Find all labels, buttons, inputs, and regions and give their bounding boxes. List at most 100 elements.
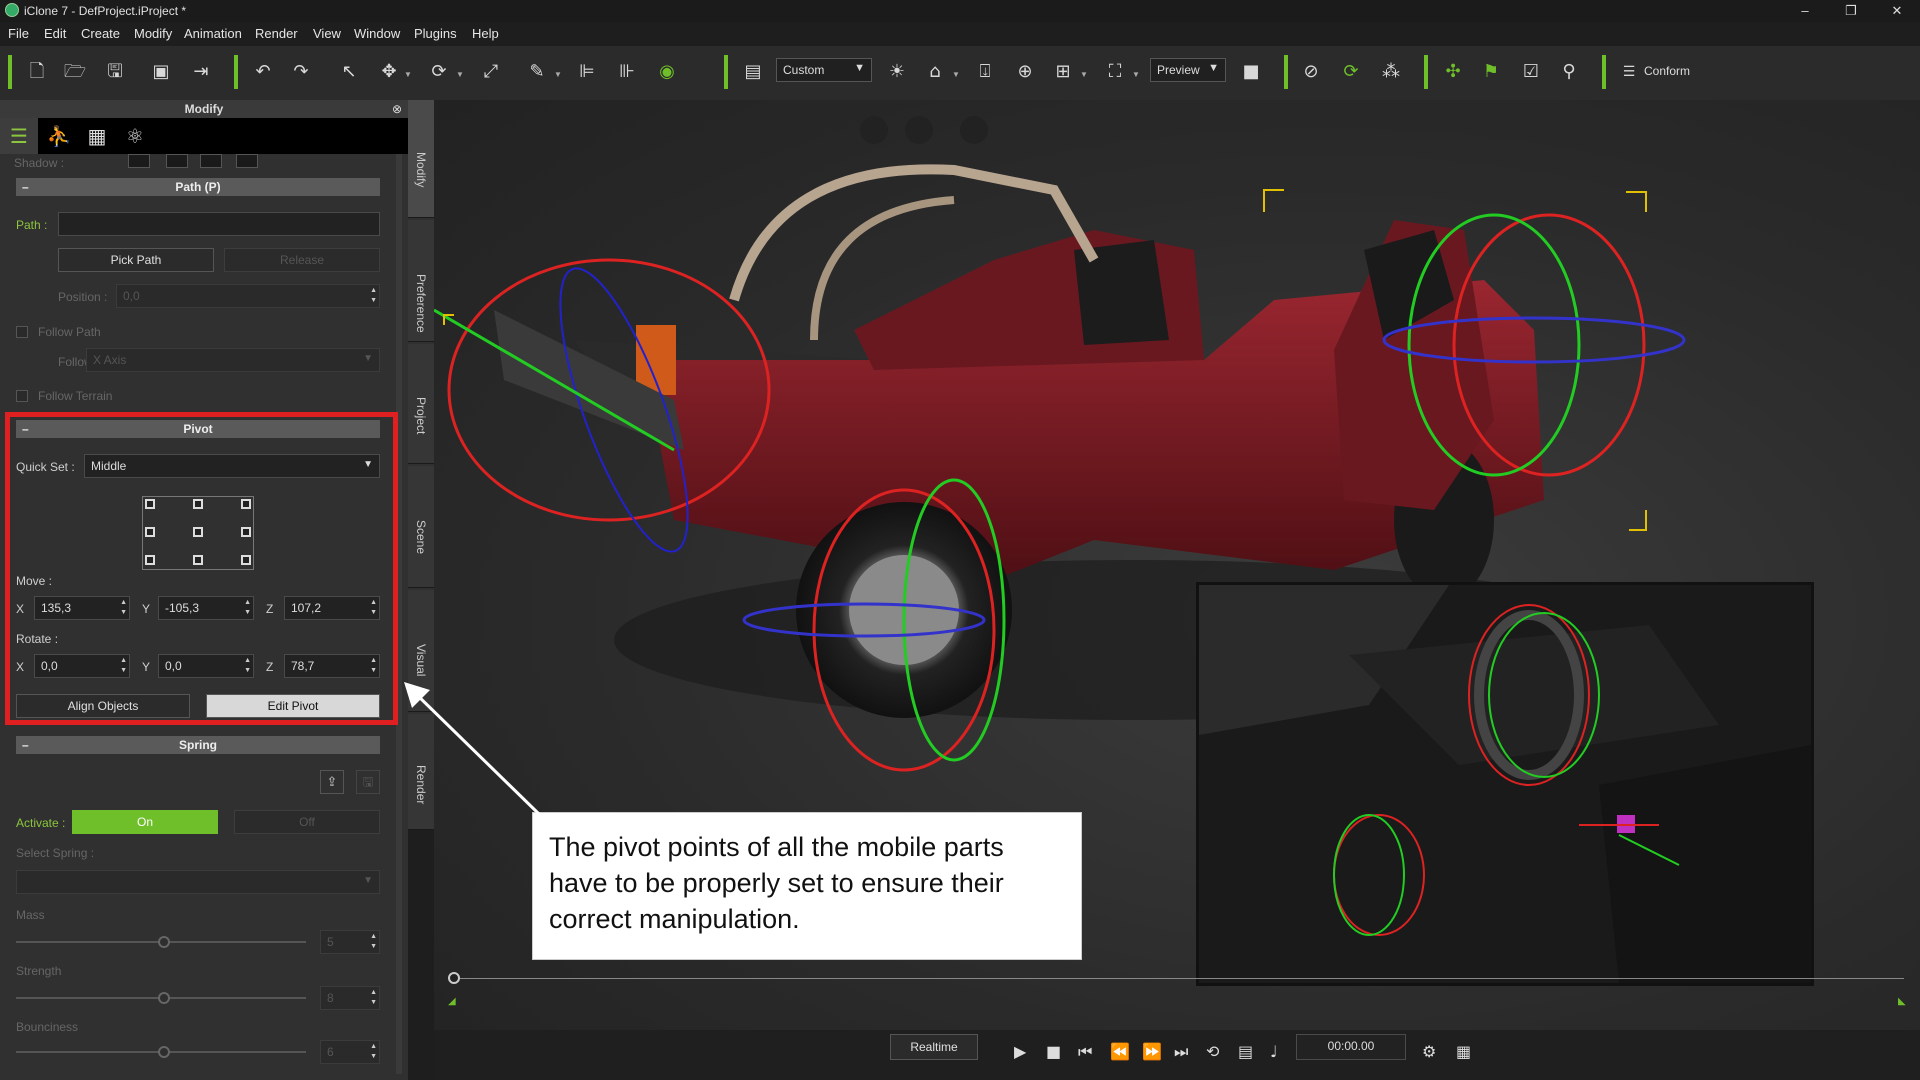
shadow-option-1[interactable] (128, 154, 150, 168)
side-tab-preference[interactable]: Preference (408, 220, 434, 342)
menu-animation[interactable]: Animation (184, 26, 242, 41)
timeline-toggle-icon[interactable]: ▦ (1456, 1042, 1471, 1061)
load-spring-icon[interactable]: ⇪ (320, 770, 344, 794)
restore-button[interactable]: ❐ (1828, 0, 1874, 22)
snap-icon[interactable]: ⊞ (1050, 59, 1076, 85)
menu-render[interactable]: Render (255, 26, 298, 41)
menu-view[interactable]: View (313, 26, 341, 41)
spinner-arrows-icon[interactable]: ▲ ▼ (370, 932, 377, 952)
side-tab-modify[interactable]: Modify (408, 100, 434, 218)
spring-off-button[interactable]: Off (234, 810, 380, 834)
side-tab-scene[interactable]: Scene (408, 466, 434, 588)
ik-icon[interactable]: ✣ (1440, 59, 1466, 85)
follow-path-checkbox[interactable] (16, 326, 28, 338)
spinner-arrows-icon[interactable]: ▲ ▼ (370, 988, 377, 1008)
checklist-icon[interactable]: ☑ (1518, 59, 1544, 85)
conform-label[interactable]: Conform (1644, 64, 1690, 78)
strength-input[interactable]: 8 ▲ ▼ (320, 986, 380, 1010)
undo-icon[interactable]: ↶ (250, 59, 276, 85)
loop-icon[interactable]: ⟲ (1206, 1042, 1219, 1061)
time-display[interactable]: 00:00.00 (1296, 1034, 1406, 1060)
shadow-option-2[interactable] (166, 154, 188, 168)
camera-icon[interactable]: ■ (1238, 59, 1264, 85)
close-button[interactable]: ✕ (1874, 0, 1920, 22)
menu-window[interactable]: Window (354, 26, 400, 41)
subtitle-icon[interactable]: ▤ (1238, 1042, 1253, 1061)
play-icon[interactable]: ▶ (1014, 1042, 1026, 1061)
chevron-down-icon[interactable]: ▼ (1080, 70, 1088, 79)
save-icon[interactable]: 🖫 (102, 59, 128, 85)
stop-icon[interactable]: ■ (1046, 1042, 1061, 1061)
close-panel-icon[interactable]: ⊗ (392, 100, 402, 118)
node-icon[interactable]: ⊘ (1298, 59, 1324, 85)
material-checker-icon[interactable]: ▦ (78, 118, 116, 154)
menu-file[interactable]: File (8, 26, 29, 41)
spring-on-button[interactable]: On (72, 810, 218, 834)
path-section-header[interactable]: – Path (P) (16, 178, 380, 196)
physics-atom-icon[interactable]: ⚛ (116, 118, 154, 154)
crowd-icon[interactable]: ⁂ (1378, 59, 1404, 85)
spinner-arrows-icon[interactable]: ▲ ▼ (370, 286, 377, 306)
chevron-down-icon[interactable]: ▼ (404, 70, 412, 79)
link-icon[interactable]: ⚲ (1556, 59, 1582, 85)
light-icon[interactable]: ☀ (884, 59, 910, 85)
chevron-down-icon[interactable]: ▼ (1132, 70, 1140, 79)
attribute-sliders-icon[interactable]: ☰ (0, 118, 38, 154)
visibility-eye-icon[interactable]: ◉ (654, 59, 680, 85)
chevron-down-icon[interactable]: ▼ (554, 70, 562, 79)
pick-path-button[interactable]: Pick Path (58, 248, 214, 272)
realtime-mode-button[interactable]: Realtime (890, 1034, 978, 1060)
scale-icon[interactable]: ⤢ (478, 59, 504, 85)
follow-terrain-checkbox[interactable] (16, 390, 28, 402)
chevron-down-icon[interactable]: ▼ (952, 70, 960, 79)
brush-icon[interactable]: ✎ (524, 59, 550, 85)
mass-slider-knob[interactable] (158, 936, 170, 948)
align-icon[interactable]: ⊫ (574, 59, 600, 85)
spring-section-header[interactable]: – Spring (16, 736, 380, 754)
new-file-icon[interactable]: 🗋 (24, 59, 50, 85)
shadow-option-3[interactable] (200, 154, 222, 168)
export-icon[interactable]: ⇥ (188, 59, 214, 85)
bounciness-slider-knob[interactable] (158, 1046, 170, 1058)
flag-icon[interactable]: ⚑ (1478, 59, 1504, 85)
conform-icon[interactable]: ☰ (1616, 59, 1642, 85)
range-end-marker-icon[interactable]: ◣ (1898, 996, 1906, 1007)
range-start-marker-icon[interactable]: ◢ (448, 996, 456, 1007)
next-frame-icon[interactable]: ⏩ (1142, 1042, 1162, 1061)
shadow-option-4[interactable] (236, 154, 258, 168)
fit-icon[interactable]: ⍗ (972, 59, 998, 85)
position-input[interactable]: 0,0 ▲ ▼ (116, 284, 380, 308)
redo-icon[interactable]: ↷ (288, 59, 314, 85)
minimize-button[interactable]: – (1782, 0, 1828, 22)
timeline-track[interactable] (454, 978, 1904, 979)
select-spring-dropdown[interactable]: ▼ (16, 870, 380, 894)
timeline-playhead[interactable] (448, 972, 460, 984)
release-button[interactable]: Release (224, 248, 380, 272)
path-input[interactable] (58, 212, 380, 236)
home-icon[interactable]: ⌂ (922, 59, 948, 85)
camera-select[interactable]: Custom ▼ (776, 58, 872, 82)
menu-help[interactable]: Help (472, 26, 499, 41)
skip-to-start-icon[interactable]: ⏮ (1078, 1042, 1092, 1062)
menu-modify[interactable]: Modify (134, 26, 172, 41)
layout-icon[interactable]: ▤ (740, 59, 766, 85)
move-icon[interactable]: ✥ (376, 59, 402, 85)
music-note-icon[interactable]: ♩ (1270, 1042, 1278, 1061)
animation-runner-icon[interactable]: ⛹ (40, 118, 78, 154)
render-icon[interactable]: ▣ (148, 59, 174, 85)
mass-input[interactable]: 5 ▲ ▼ (320, 930, 380, 954)
rotate-icon[interactable]: ⟳ (426, 59, 452, 85)
bounciness-input[interactable]: 6 ▲ ▼ (320, 1040, 380, 1064)
save-spring-icon[interactable]: 🖫 (356, 770, 380, 794)
open-folder-icon[interactable]: 🗁 (62, 59, 88, 85)
frame-icon[interactable]: ⊕ (1012, 59, 1038, 85)
chevron-down-icon[interactable]: ▼ (456, 70, 464, 79)
skip-to-end-icon[interactable]: ⏭ (1174, 1042, 1188, 1062)
follow-axis-select[interactable]: X Axis ▼ (86, 348, 380, 372)
spinner-arrows-icon[interactable]: ▲ ▼ (370, 1042, 377, 1062)
previous-frame-icon[interactable]: ⏪ (1110, 1042, 1130, 1061)
motion-icon[interactable]: ⟳ (1338, 59, 1364, 85)
fullscreen-icon[interactable]: ⛶ (1102, 59, 1128, 85)
menu-create[interactable]: Create (81, 26, 120, 41)
settings-gear-icon[interactable]: ⚙ (1422, 1042, 1436, 1061)
